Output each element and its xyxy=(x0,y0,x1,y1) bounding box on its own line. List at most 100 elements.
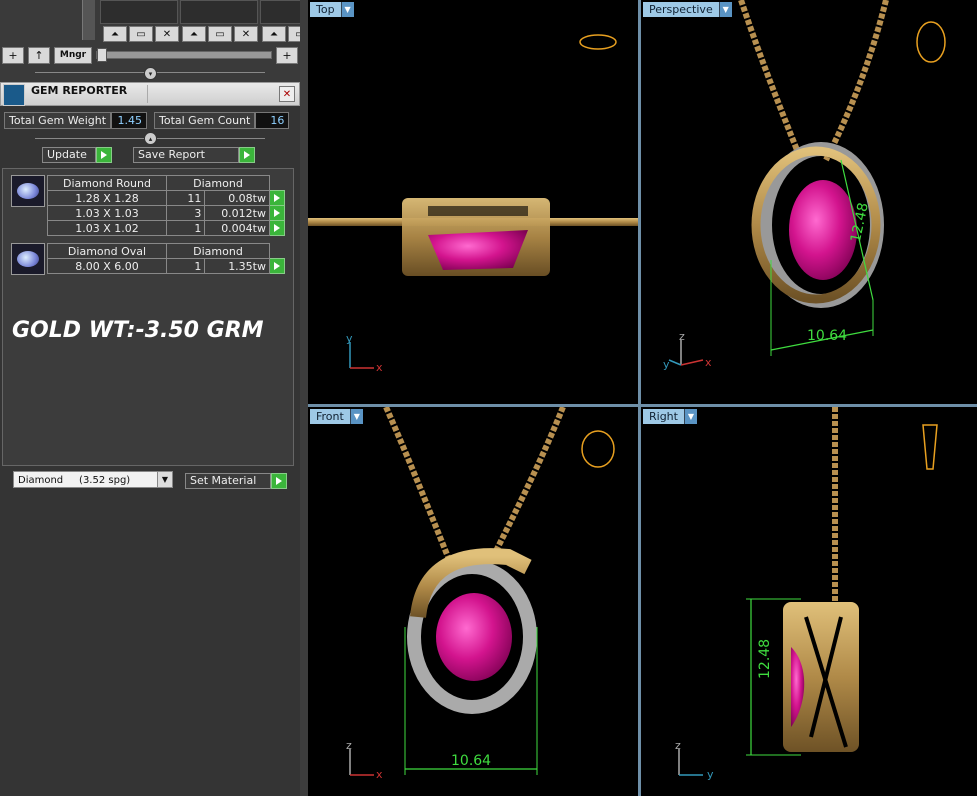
top-tool-area: ⏶ ▭ ✕ ⏶ ▭ ✕ ⏶ ▭ + ↑ Mngr + ▾ xyxy=(0,0,312,82)
update-label: Update xyxy=(42,147,96,163)
chain xyxy=(383,407,451,559)
load-icon[interactable]: ⏶ xyxy=(262,26,286,42)
gem-count: 11 xyxy=(165,190,206,206)
total-gem-count-label: Total Gem Count xyxy=(154,111,256,129)
close-panel-button[interactable]: ✕ xyxy=(279,86,295,102)
chain xyxy=(823,0,889,162)
collapse-knob-icon[interactable]: ▴ xyxy=(144,132,157,145)
gem-weight: 0.012tw xyxy=(204,205,270,221)
tool-toolbar: + ↑ Mngr + xyxy=(0,46,300,64)
gold-weight-note: GOLD WT:-3.50 GRM xyxy=(12,318,264,343)
gem-weight: 0.004tw xyxy=(204,220,270,236)
gem-shape: Diamond Round xyxy=(47,175,167,191)
gem-size: 8.00 X 6.00 xyxy=(47,258,167,274)
gem-size: 1.03 X 1.02 xyxy=(47,220,167,236)
save-report-button[interactable]: Save Report xyxy=(133,147,255,163)
gem-material: Diamond xyxy=(166,243,270,259)
gem-list: Diamond Round Diamond 1.28 X 1.28 11 0.0… xyxy=(2,168,294,466)
orientation-ring-icon xyxy=(579,34,617,50)
panel-title: GEM REPORTER xyxy=(31,84,128,97)
save-report-label: Save Report xyxy=(133,147,239,163)
total-gem-count: Total Gem Count 16 xyxy=(154,111,290,129)
table-header-row: Diamond Oval Diamond xyxy=(47,243,285,259)
add-slot-button[interactable]: + xyxy=(276,46,298,64)
select-row-button[interactable] xyxy=(269,258,285,274)
gem-size: 1.28 X 1.28 xyxy=(47,190,167,206)
play-icon[interactable] xyxy=(271,473,287,489)
chain xyxy=(490,407,566,559)
viewport-right[interactable]: Right ▼ 12.48 z y xyxy=(641,407,977,796)
play-icon[interactable] xyxy=(96,147,112,163)
vertical-scrollbar[interactable] xyxy=(82,0,95,40)
top-view-render: y x xyxy=(308,34,638,374)
gem-reporter-header: GEM REPORTER ✕ xyxy=(0,82,300,106)
save-icon[interactable]: ▭ xyxy=(129,26,153,42)
close-icon[interactable]: ✕ xyxy=(234,26,258,42)
gem-weight: 1.35tw xyxy=(204,258,270,274)
manager-button[interactable]: Mngr xyxy=(54,46,92,64)
slider-thumb[interactable] xyxy=(97,48,107,62)
gem-count: 1 xyxy=(165,220,206,236)
add-button[interactable]: + xyxy=(2,46,24,64)
play-icon[interactable] xyxy=(239,147,255,163)
axis-z: z xyxy=(675,739,681,752)
total-gem-count-value: 16 xyxy=(255,111,290,129)
close-icon[interactable]: ✕ xyxy=(155,26,179,42)
ruby-stone xyxy=(428,230,528,270)
update-button[interactable]: Update xyxy=(42,147,112,163)
viewport-perspective[interactable]: Perspective ▼ 12.48 10.64 z x y xyxy=(641,0,977,404)
dimension-height: 12.48 xyxy=(757,639,773,679)
up-arrow-button[interactable]: ↑ xyxy=(28,46,50,64)
panel-splitter[interactable] xyxy=(300,0,308,796)
load-icon[interactable]: ⏶ xyxy=(182,26,206,42)
tool-slot[interactable] xyxy=(100,0,178,24)
load-icon[interactable]: ⏶ xyxy=(103,26,127,42)
axis-y: y xyxy=(346,332,353,345)
select-row-button[interactable] xyxy=(269,220,285,236)
tool-slot[interactable] xyxy=(180,0,258,24)
viewport-top[interactable]: Top ▼ y x xyxy=(308,0,638,404)
gem-weight: 0.08tw xyxy=(204,190,270,206)
axis-x: x xyxy=(376,361,383,374)
perspective-view-render: 12.48 10.64 z x y xyxy=(663,0,946,371)
gem-count: 3 xyxy=(165,205,206,221)
select-row-button[interactable] xyxy=(269,205,285,221)
table-row: 1.03 X 1.02 1 0.004tw xyxy=(47,220,285,236)
gem-table-oval: Diamond Oval Diamond 8.00 X 6.00 1 1.35t… xyxy=(47,243,285,274)
front-view-render: 10.64 z x xyxy=(346,407,615,781)
chain xyxy=(738,0,804,162)
orientation-ring-icon xyxy=(916,21,946,63)
chevron-down-icon[interactable]: ▼ xyxy=(157,472,172,487)
total-gem-weight: Total Gem Weight 1.45 xyxy=(4,111,148,129)
axis-x: x xyxy=(376,768,383,781)
material-select[interactable]: Diamond (3.52 spg) ▼ xyxy=(13,471,173,488)
slot-controls: ⏶ ▭ ✕ xyxy=(103,26,179,42)
gem-table-round: Diamond Round Diamond 1.28 X 1.28 11 0.0… xyxy=(47,175,285,236)
right-view-render: 12.48 z y xyxy=(675,407,938,781)
round-diamond-icon xyxy=(11,175,45,207)
axis-z: z xyxy=(679,330,685,343)
table-row: 1.03 X 1.03 3 0.012tw xyxy=(47,205,285,221)
select-row-button[interactable] xyxy=(269,190,285,206)
dimension-width: 10.64 xyxy=(807,328,847,344)
axis-y: y xyxy=(663,358,670,371)
set-material-label: Set Material xyxy=(185,473,271,489)
ruby-stone xyxy=(436,593,512,681)
set-material-button[interactable]: Set Material xyxy=(185,473,287,489)
tool-slot[interactable] xyxy=(260,0,302,24)
table-row: 1.28 X 1.28 11 0.08tw xyxy=(47,190,285,206)
gem-size: 1.03 X 1.03 xyxy=(47,205,167,221)
axis-z: z xyxy=(346,739,352,752)
table-row: 8.00 X 6.00 1 1.35tw xyxy=(47,258,285,274)
viewport-front[interactable]: Front ▼ 10.64 z x xyxy=(308,407,638,796)
material-select-value: Diamond (3.52 spg) xyxy=(18,475,131,486)
left-panel: ⏶ ▭ ✕ ⏶ ▭ ✕ ⏶ ▭ + ↑ Mngr + ▾ GEM REPORTE… xyxy=(0,0,312,796)
gem-material: Diamond xyxy=(166,175,270,191)
header-separator xyxy=(147,85,148,103)
tool-slider[interactable] xyxy=(96,48,272,62)
collapse-knob-icon[interactable]: ▾ xyxy=(144,67,157,80)
orientation-ring-icon xyxy=(581,430,615,468)
gem-count: 1 xyxy=(165,258,206,274)
save-icon[interactable]: ▭ xyxy=(208,26,232,42)
gem-shape: Diamond Oval xyxy=(47,243,167,259)
